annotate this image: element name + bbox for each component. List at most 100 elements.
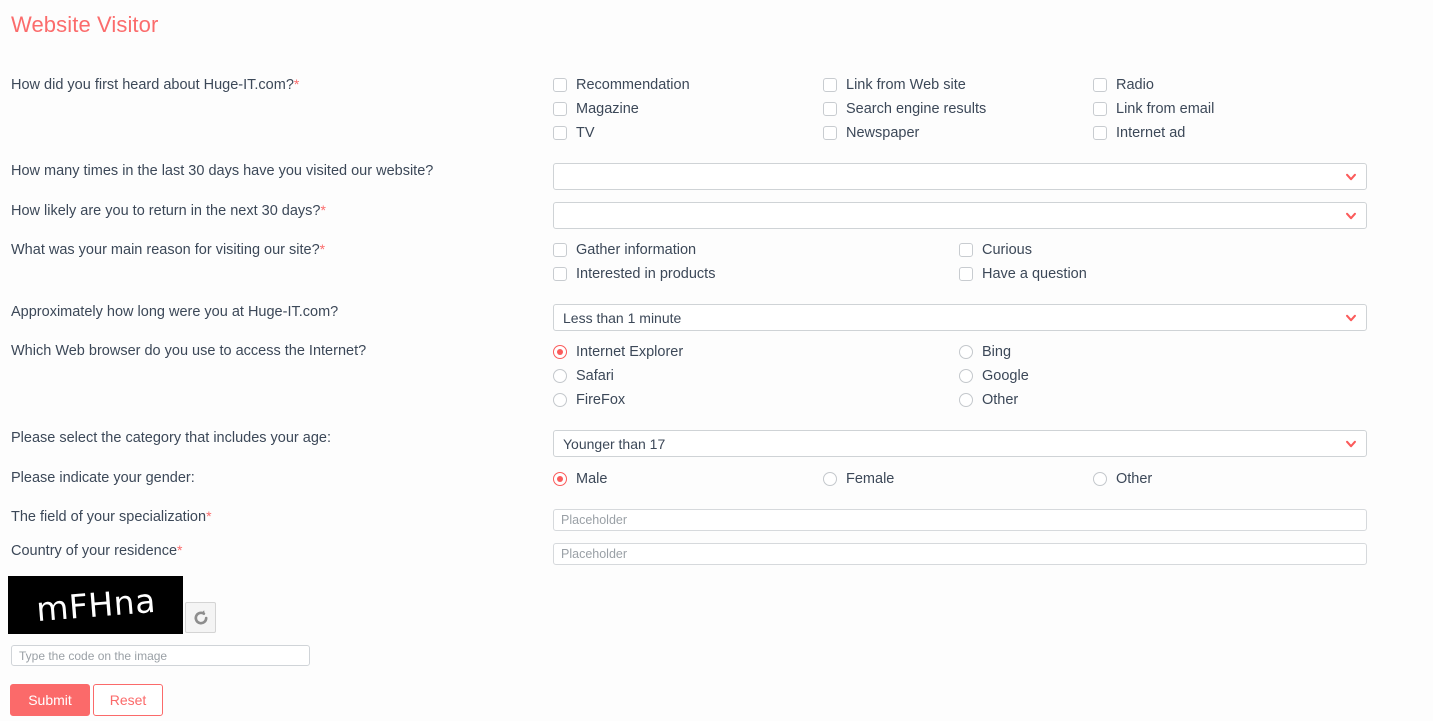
chevron-down-icon <box>1346 440 1356 447</box>
option-label: Newspaper <box>846 125 920 141</box>
question-label-age-category: Please select the category that includes… <box>11 429 331 447</box>
select-value: Younger than 17 <box>563 435 666 452</box>
option-label: Radio <box>1116 77 1154 93</box>
option-label: Recommendation <box>576 77 690 93</box>
captcha-refresh-button[interactable] <box>185 602 216 633</box>
label-text: Approximately how long were you at Huge-… <box>11 304 339 320</box>
checkbox-icon[interactable] <box>553 126 567 140</box>
captcha-input[interactable] <box>11 645 310 666</box>
radio-option-firefox[interactable]: FireFox <box>553 388 959 412</box>
radio-option-internet-explorer[interactable]: Internet Explorer <box>553 340 959 364</box>
option-label: Bing <box>982 344 1012 360</box>
question-label-specialization: The field of your specialization* <box>11 507 212 526</box>
checkbox-option-magazine[interactable]: Magazine <box>553 97 823 121</box>
radio-icon[interactable] <box>959 369 973 383</box>
checkbox-icon[interactable] <box>553 78 567 92</box>
radio-option-female[interactable]: Female <box>823 467 1093 491</box>
radio-icon[interactable] <box>553 345 567 359</box>
radio-option-google[interactable]: Google <box>959 364 1365 388</box>
option-label: Safari <box>576 368 614 384</box>
radio-icon[interactable] <box>553 472 567 486</box>
checkbox-option-recommendation[interactable]: Recommendation <box>553 73 823 97</box>
specialization-input[interactable] <box>553 509 1367 531</box>
question-label-web-browser: Which Web browser do you use to access t… <box>11 342 366 360</box>
option-label: Link from email <box>1116 101 1215 117</box>
page-title: Website Visitor <box>11 12 159 37</box>
checkbox-icon[interactable] <box>823 126 837 140</box>
chevron-down-icon <box>1346 212 1356 219</box>
checkbox-option-interested-in-products[interactable]: Interested in products <box>553 262 959 286</box>
select-age-category[interactable]: Younger than 17 <box>553 430 1367 457</box>
option-label: Google <box>982 368 1029 384</box>
checkbox-icon[interactable] <box>1093 78 1107 92</box>
checkbox-icon[interactable] <box>553 102 567 116</box>
checkbox-icon[interactable] <box>959 267 973 281</box>
visitor-survey-form: Website Visitor How did you first heard … <box>0 0 1433 721</box>
option-label: Female <box>846 471 895 487</box>
checkbox-option-curious[interactable]: Curious <box>959 238 1365 262</box>
option-label: Other <box>1116 471 1153 487</box>
checkbox-option-radio[interactable]: Radio <box>1093 73 1373 97</box>
checkbox-option-internet-ad[interactable]: Internet ad <box>1093 121 1373 145</box>
question-label-main-reason: What was your main reason for visiting o… <box>11 240 325 259</box>
label-text: How did you first heard about Huge-IT.co… <box>11 77 294 93</box>
radio-group-gender: Male Female Other <box>553 467 1373 491</box>
checkbox-option-link-from-web-site[interactable]: Link from Web site <box>823 73 1093 97</box>
option-label: Internet Explorer <box>576 344 684 360</box>
label-text: Please indicate your gender: <box>11 470 195 486</box>
checkbox-icon[interactable] <box>1093 126 1107 140</box>
label-text: How likely are you to return in the next… <box>11 203 321 219</box>
country-input[interactable] <box>553 543 1367 565</box>
question-label-likely-return: How likely are you to return in the next… <box>11 201 326 220</box>
radio-icon[interactable] <box>823 472 837 486</box>
submit-button[interactable]: Submit <box>10 684 90 716</box>
radio-option-other-gender[interactable]: Other <box>1093 467 1373 491</box>
checkbox-icon[interactable] <box>959 243 973 257</box>
chevron-down-icon <box>1346 314 1356 321</box>
reset-button[interactable]: Reset <box>93 684 163 716</box>
radio-option-other-browser[interactable]: Other <box>959 388 1365 412</box>
checkbox-icon[interactable] <box>553 243 567 257</box>
checkbox-icon[interactable] <box>823 78 837 92</box>
select-visits-30-days[interactable] <box>553 163 1367 190</box>
question-label-time-on-site: Approximately how long were you at Huge-… <box>11 303 338 321</box>
select-value: Less than 1 minute <box>563 309 682 326</box>
radio-option-male[interactable]: Male <box>553 467 823 491</box>
label-text: Please select the category that includes… <box>11 430 331 446</box>
captcha-image: mFHna <box>8 576 183 634</box>
radio-icon[interactable] <box>553 393 567 407</box>
chevron-down-icon <box>1346 173 1356 180</box>
option-label: Curious <box>982 242 1032 258</box>
label-text: Country of your residence <box>11 543 178 559</box>
option-label: FireFox <box>576 392 626 408</box>
checkbox-icon[interactable] <box>823 102 837 116</box>
checkbox-option-gather-information[interactable]: Gather information <box>553 238 959 262</box>
radio-icon[interactable] <box>959 345 973 359</box>
required-asterisk: * <box>206 508 212 524</box>
radio-icon[interactable] <box>1093 472 1107 486</box>
checkbox-icon[interactable] <box>1093 102 1107 116</box>
checkbox-option-search-engine-results[interactable]: Search engine results <box>823 97 1093 121</box>
option-label: Male <box>576 471 608 487</box>
select-time-on-site[interactable]: Less than 1 minute <box>553 304 1367 331</box>
radio-option-safari[interactable]: Safari <box>553 364 959 388</box>
question-label-how-heard: How did you first heard about Huge-IT.co… <box>11 75 299 94</box>
captcha-code-text: mFHna <box>34 580 157 630</box>
checkbox-group-how-heard: Recommendation Link from Web site Radio … <box>553 73 1373 145</box>
select-likely-return[interactable] <box>553 202 1367 229</box>
option-label: Search engine results <box>846 101 987 117</box>
radio-icon[interactable] <box>553 369 567 383</box>
required-asterisk: * <box>319 241 326 257</box>
radio-option-bing[interactable]: Bing <box>959 340 1365 364</box>
checkbox-option-newspaper[interactable]: Newspaper <box>823 121 1093 145</box>
refresh-icon <box>194 609 208 624</box>
label-text: What was your main reason for visiting o… <box>11 242 320 258</box>
checkbox-option-link-from-email[interactable]: Link from email <box>1093 97 1373 121</box>
option-label: TV <box>576 125 595 141</box>
question-label-gender: Please indicate your gender: <box>11 469 195 487</box>
checkbox-icon[interactable] <box>553 267 567 281</box>
radio-icon[interactable] <box>959 393 973 407</box>
checkbox-option-tv[interactable]: TV <box>553 121 823 145</box>
option-label: Internet ad <box>1116 125 1186 141</box>
checkbox-option-have-a-question[interactable]: Have a question <box>959 262 1365 286</box>
